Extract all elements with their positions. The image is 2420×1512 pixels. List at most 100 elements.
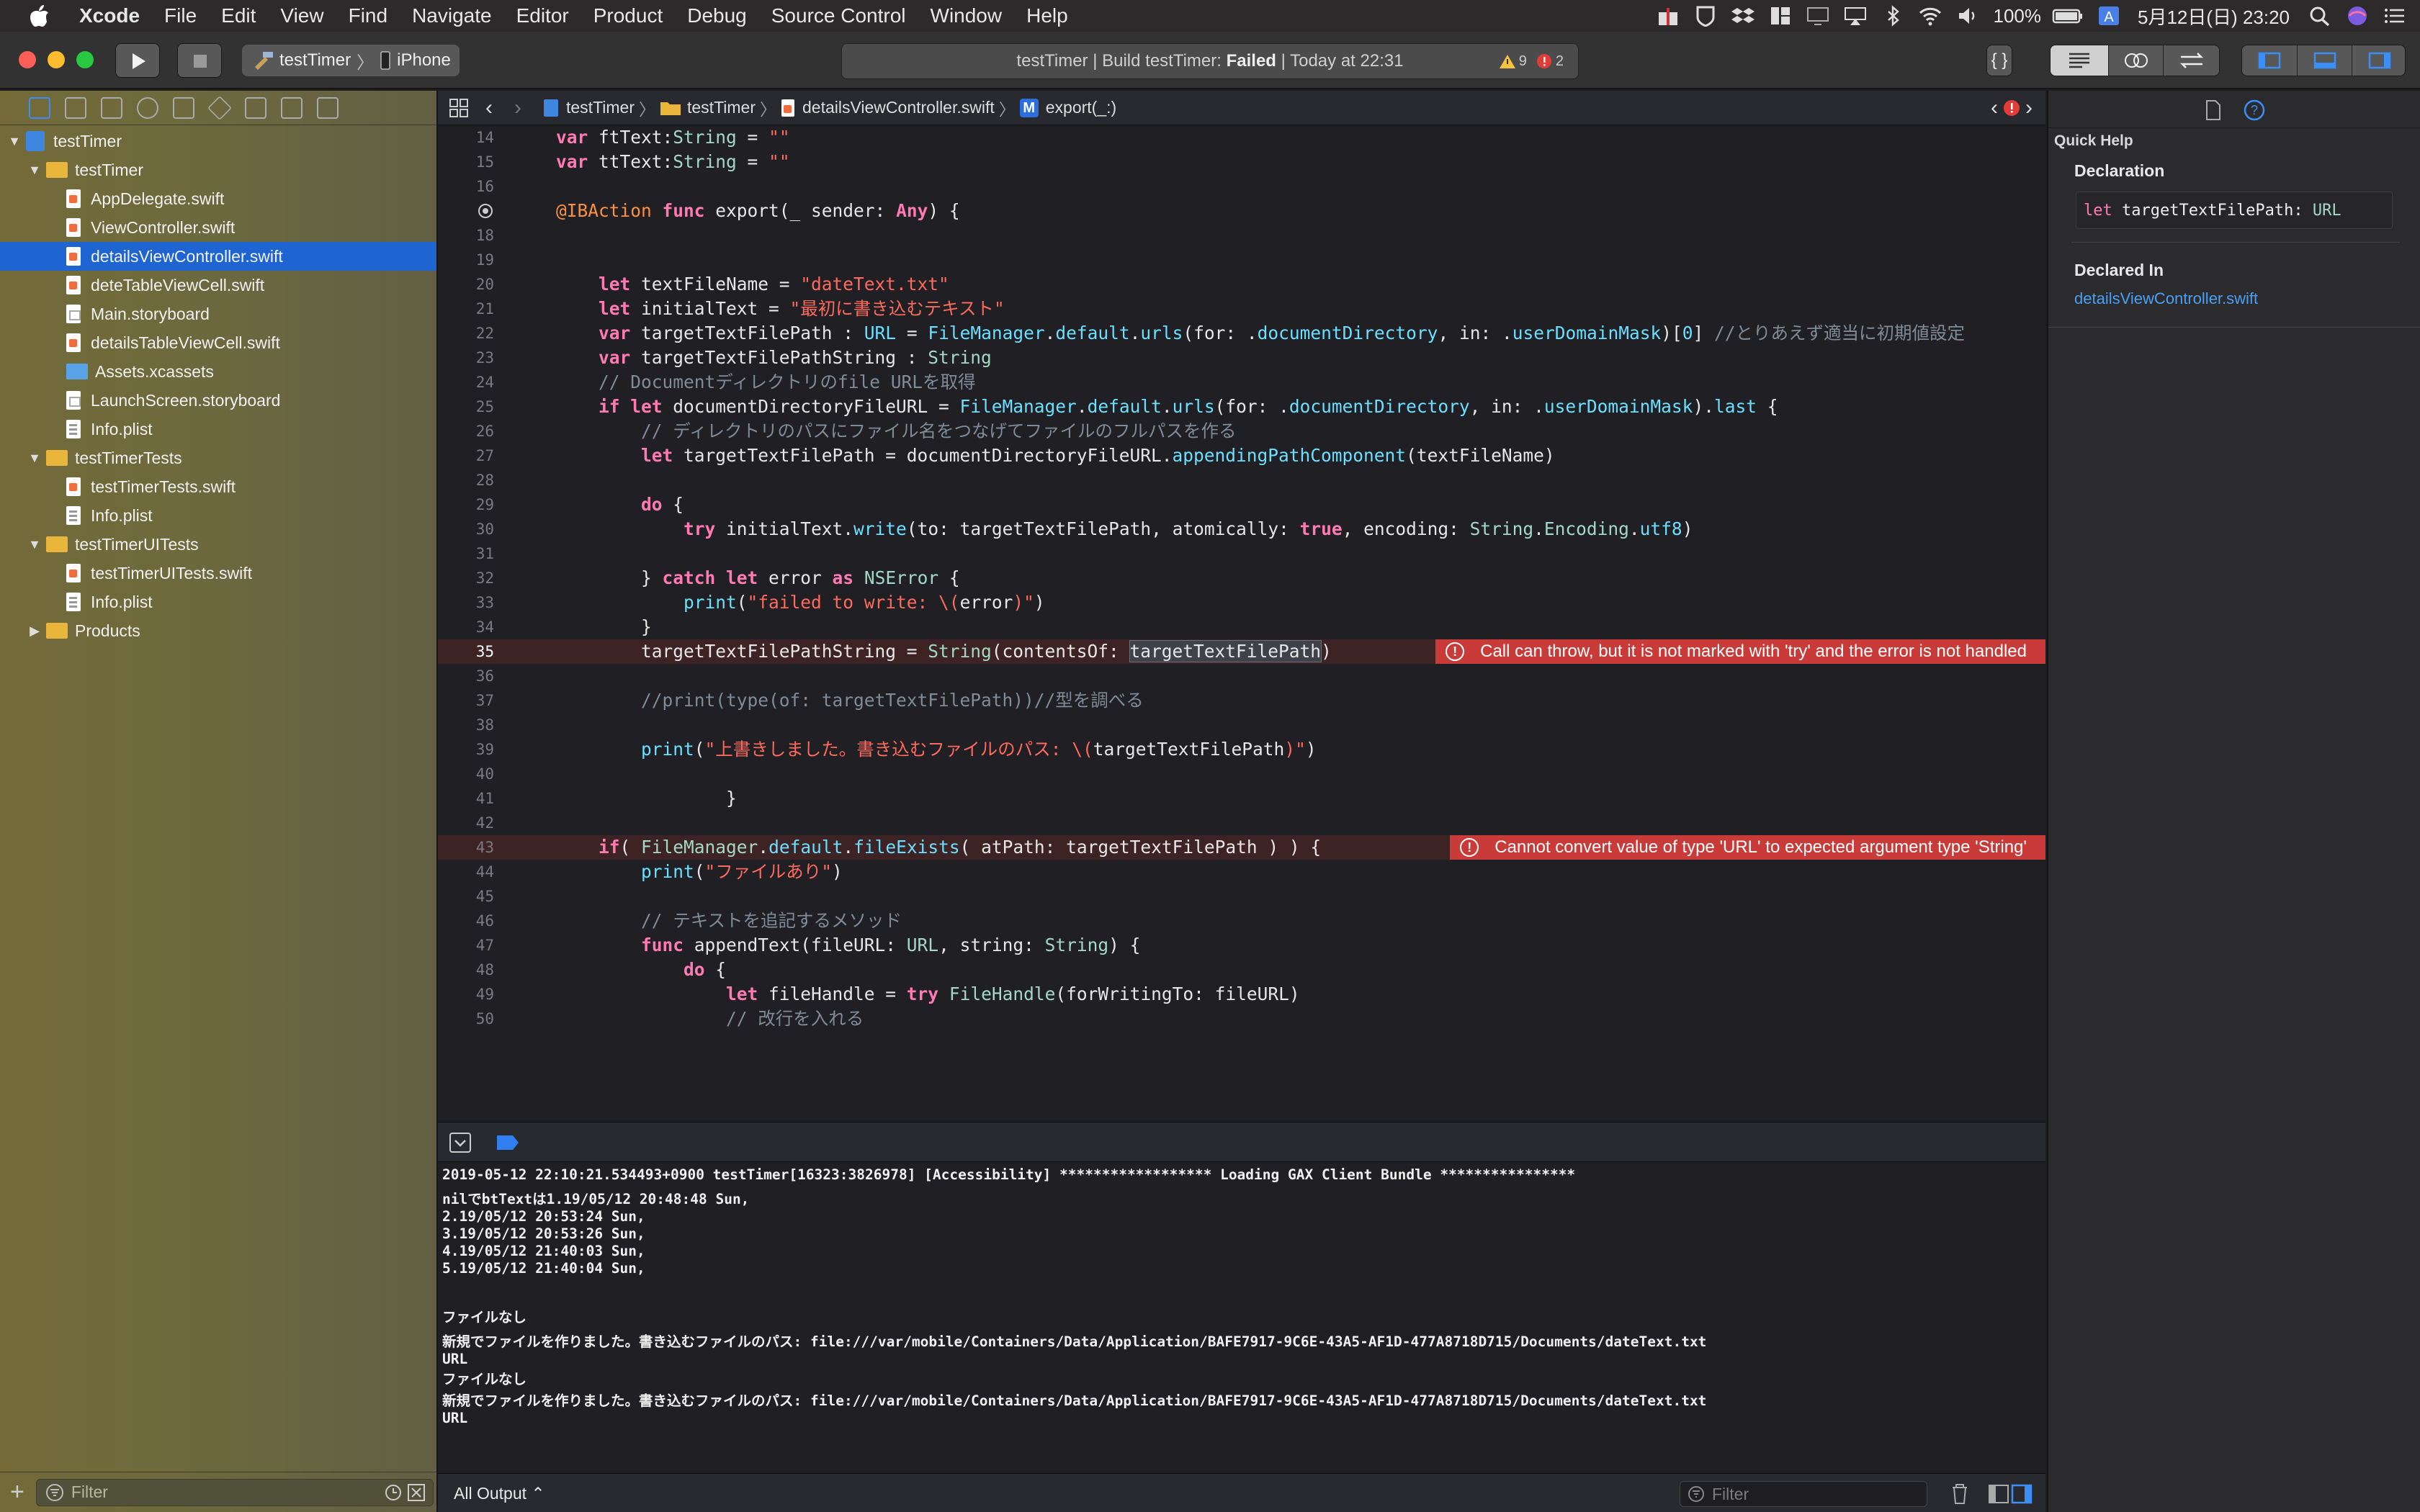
tree-file-row[interactable]: detailsTableViewCell.swift	[0, 328, 436, 357]
test-diamond-icon[interactable]	[207, 95, 232, 120]
trash-icon[interactable]	[1949, 1482, 1971, 1506]
line-number[interactable]: 27	[438, 444, 494, 468]
variables-view-icon[interactable]	[1988, 1483, 2009, 1505]
code-line[interactable]: 32 } catch let error as NSError {	[438, 566, 2045, 590]
disclosure-expanded-icon[interactable]: ▼	[7, 134, 22, 149]
breadcrumb-group[interactable]: testTimer	[687, 98, 756, 117]
code-line[interactable]: 16	[438, 174, 2045, 199]
previous-issue-icon[interactable]: ‹	[1991, 96, 1998, 120]
menu-debug[interactable]: Debug	[687, 4, 747, 27]
inline-error-message[interactable]: ! Cannot convert value of type 'URL' to e…	[1450, 835, 2045, 860]
code-line[interactable]: 33 print("failed to write: \(error)")	[438, 590, 2045, 615]
code-line-error[interactable]: 43 if( FileManager.default.fileExists( a…	[438, 835, 2045, 860]
code-line[interactable]: 42	[438, 811, 2045, 835]
line-number[interactable]: 34	[438, 615, 494, 639]
next-issue-icon[interactable]: ›	[2025, 96, 2033, 120]
line-number[interactable]: 22	[438, 321, 494, 346]
line-number[interactable]: 37	[438, 688, 494, 713]
wifi-icon[interactable]	[1918, 5, 1942, 27]
line-number[interactable]: 25	[438, 395, 494, 419]
navigator-filter-field[interactable]: Filter	[35, 1478, 434, 1506]
inline-error-message[interactable]: ! Call can throw, but it is not marked wi…	[1435, 639, 2045, 664]
line-number[interactable]: 21	[438, 297, 494, 321]
line-number[interactable]: 32	[438, 566, 494, 590]
line-number[interactable]: 20	[438, 272, 494, 297]
line-number[interactable]: 19	[438, 248, 494, 272]
line-number[interactable]: 31	[438, 541, 494, 566]
code-line[interactable]: 18	[438, 223, 2045, 248]
code-line[interactable]: 30 try initialText.write(to: targetTextF…	[438, 517, 2045, 541]
code-line[interactable]: 27 let targetTextFilePath = documentDire…	[438, 444, 2045, 468]
code-line[interactable]: 26 // ディレクトリのパスにファイル名をつなげてファイルのフルパスを作る	[438, 419, 2045, 444]
line-number[interactable]: 36	[438, 664, 494, 688]
shield-5-icon[interactable]	[1693, 5, 1718, 27]
toggle-debug-area-button[interactable]	[2297, 45, 2352, 76]
issues-filter-icon[interactable]	[407, 1483, 426, 1502]
line-number[interactable]: 50	[438, 1007, 494, 1031]
line-number[interactable]: 40	[438, 762, 494, 786]
console-output[interactable]: 2019-05-12 22:10:21.534493+0900 testTime…	[438, 1162, 2045, 1473]
line-number[interactable]: 29	[438, 492, 494, 517]
disclosure-expanded-icon[interactable]: ▼	[27, 537, 42, 552]
code-line[interactable]: 21 let initialText = "最初に書き込むテキスト"	[438, 297, 2045, 321]
code-line[interactable]: @IBAction func export(_ sender: Any) {	[438, 199, 2045, 223]
tree-file-row[interactable]: detailsViewController.swift	[0, 242, 436, 271]
tree-file-row[interactable]: testTimerTests.swift	[0, 472, 436, 501]
line-number[interactable]: 42	[438, 811, 494, 835]
line-number[interactable]: 38	[438, 713, 494, 737]
code-line[interactable]: 40	[438, 762, 2045, 786]
tree-group-row[interactable]: ▶ Products	[0, 616, 436, 645]
symbol-icon[interactable]	[101, 96, 122, 119]
close-window-button[interactable]	[19, 51, 36, 68]
warning-count[interactable]: 9	[1519, 53, 1527, 70]
code-line[interactable]: 19	[438, 248, 2045, 272]
code-line[interactable]: 41 }	[438, 786, 2045, 811]
tree-file-row[interactable]: AppDelegate.swift	[0, 184, 436, 213]
minimize-window-button[interactable]	[48, 51, 65, 68]
quick-help-icon[interactable]: ?	[2243, 99, 2266, 122]
tree-group-row[interactable]: ▼ testTimerUITests	[0, 530, 436, 559]
spotlight-search-icon[interactable]	[2308, 5, 2332, 27]
run-button[interactable]	[115, 43, 160, 78]
code-line[interactable]: 22 var targetTextFilePath : URL = FileMa…	[438, 321, 2045, 346]
code-line[interactable]: 37 //print(type(of: targetTextFilePath))…	[438, 688, 2045, 713]
code-line[interactable]: 24 // Documentディレクトリのfile URLを取得	[438, 370, 2045, 395]
ibaction-connection-icon[interactable]	[478, 204, 493, 218]
stop-button[interactable]	[177, 43, 222, 78]
disclosure-expanded-icon[interactable]: ▼	[27, 163, 42, 178]
line-number[interactable]: 14	[438, 125, 494, 150]
code-line[interactable]: 20 let textFileName = "dateText.txt"	[438, 272, 2045, 297]
menu-navigate[interactable]: Navigate	[412, 4, 492, 27]
report-bubble-icon[interactable]	[317, 96, 339, 119]
line-number[interactable]: 28	[438, 468, 494, 492]
version-editor-button[interactable]	[2163, 45, 2219, 76]
issue-error-icon[interactable]	[2002, 99, 2021, 117]
code-line[interactable]: 49 let fileHandle = try FileHandle(forWr…	[438, 982, 2045, 1007]
code-line[interactable]: 28	[438, 468, 2045, 492]
console-view-icon[interactable]	[2011, 1483, 2033, 1505]
volume-icon[interactable]	[1955, 5, 1980, 27]
code-line[interactable]: 29 do {	[438, 492, 2045, 517]
dropbox-icon[interactable]	[1731, 5, 1755, 27]
line-number[interactable]: 44	[438, 860, 494, 884]
notification-center-icon[interactable]	[2383, 5, 2407, 27]
menu-help[interactable]: Help	[1026, 4, 1068, 27]
line-number[interactable]: 48	[438, 958, 494, 982]
source-control-icon[interactable]	[65, 96, 86, 119]
warning-icon[interactable]	[1499, 53, 1516, 69]
breadcrumb-method[interactable]: export(_:)	[1046, 98, 1116, 117]
code-line[interactable]: 23 var targetTextFilePathString : String	[438, 346, 2045, 370]
declared-in-link[interactable]: detailsViewController.swift	[2074, 289, 2258, 308]
code-line[interactable]: 31	[438, 541, 2045, 566]
disclosure-collapsed-icon[interactable]: ▶	[27, 624, 42, 639]
tree-file-row[interactable]: Info.plist	[0, 501, 436, 530]
code-line[interactable]: 25 if let documentDirectoryFileURL = Fil…	[438, 395, 2045, 419]
code-line[interactable]: 48 do {	[438, 958, 2045, 982]
menu-window[interactable]: Window	[931, 4, 1003, 27]
breadcrumb-file[interactable]: detailsViewController.swift	[802, 98, 995, 117]
related-items-icon[interactable]	[448, 97, 470, 119]
menu-source-control[interactable]: Source Control	[771, 4, 906, 27]
line-number[interactable]: 16	[438, 174, 494, 199]
code-line-error[interactable]: 35 targetTextFilePathString = String(con…	[438, 639, 2045, 664]
recent-files-icon[interactable]	[384, 1483, 403, 1502]
